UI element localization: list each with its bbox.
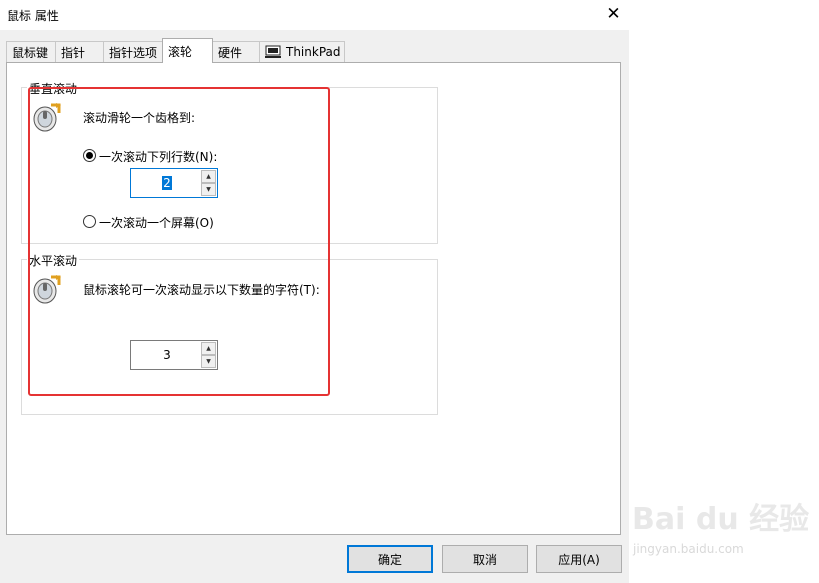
chars-decrement-button[interactable]: ▼: [201, 355, 216, 368]
tab-label: 指针选项: [109, 45, 158, 60]
tab-label: 鼠标键: [12, 45, 49, 60]
title-bar: 鼠标 属性 ✕: [0, 0, 629, 30]
apply-button-label: 应用(A): [558, 552, 600, 567]
tab-label: ThinkPad: [286, 45, 341, 59]
chars-spinbox[interactable]: 3 ▲ ▼: [130, 340, 218, 370]
cancel-button-label: 取消: [472, 552, 497, 567]
vertical-scroll-prompt: 滚动滑轮一个齿格到:: [83, 111, 196, 125]
tab-label: 指针: [61, 45, 86, 60]
chars-increment-button[interactable]: ▲: [201, 342, 216, 355]
watermark-brand: Bai du 经验: [632, 502, 810, 537]
chevron-down-icon: ▼: [206, 358, 211, 365]
apply-button[interactable]: 应用(A): [536, 545, 622, 573]
tab-label: 滚轮: [168, 44, 193, 59]
window-title: 鼠标 属性: [7, 9, 59, 23]
mouse-properties-dialog: 鼠标 属性 ✕ 鼠标键 指针 指针选项 滚轮 硬件 ThinkPad 垂直滚动: [0, 0, 629, 583]
tab-thinkpad[interactable]: ThinkPad: [259, 41, 345, 62]
lines-decrement-button[interactable]: ▼: [201, 183, 216, 196]
scroll-screen-label[interactable]: 一次滚动一个屏幕(O): [99, 214, 214, 231]
tab-pointer-options[interactable]: 指针选项: [103, 41, 163, 62]
cancel-button[interactable]: 取消: [442, 545, 528, 573]
mouse-wheel-icon: [31, 273, 63, 305]
chevron-up-icon: ▲: [206, 173, 211, 180]
horizontal-scroll-prompt: 鼠标滚轮可一次滚动显示以下数量的字符(T):: [83, 283, 320, 297]
chevron-down-icon: ▼: [206, 186, 211, 193]
tab-hardware[interactable]: 硬件: [212, 41, 260, 62]
lines-spinbox[interactable]: 2 ▲ ▼: [130, 168, 218, 198]
close-button[interactable]: ✕: [598, 0, 629, 28]
mouse-wheel-icon: [31, 101, 63, 133]
scroll-lines-label[interactable]: 一次滚动下列行数(N):: [99, 148, 217, 165]
tab-label: 硬件: [218, 45, 243, 60]
scroll-lines-radio[interactable]: [83, 149, 96, 162]
chars-input[interactable]: 3: [163, 348, 171, 362]
chevron-up-icon: ▲: [206, 345, 211, 352]
scroll-screen-radio[interactable]: [83, 215, 96, 228]
ok-button-label: 确定: [377, 552, 402, 567]
thinkpad-icon: [265, 45, 281, 59]
ok-button[interactable]: 确定: [347, 545, 433, 573]
horizontal-scrolling-label: 水平滚动: [27, 252, 80, 269]
vertical-scrolling-label: 垂直滚动: [27, 80, 80, 97]
baidu-jingyan-watermark: Bai du 经验 jingyan.baidu.com: [628, 494, 818, 574]
tab-wheel[interactable]: 滚轮: [162, 38, 213, 63]
lines-increment-button[interactable]: ▲: [201, 170, 216, 183]
lines-input[interactable]: 2: [162, 176, 172, 190]
close-icon: ✕: [606, 4, 621, 24]
tab-pointers[interactable]: 指针: [55, 41, 104, 62]
tab-mouse-buttons[interactable]: 鼠标键: [6, 41, 56, 62]
watermark-url: jingyan.baidu.com: [633, 542, 744, 556]
